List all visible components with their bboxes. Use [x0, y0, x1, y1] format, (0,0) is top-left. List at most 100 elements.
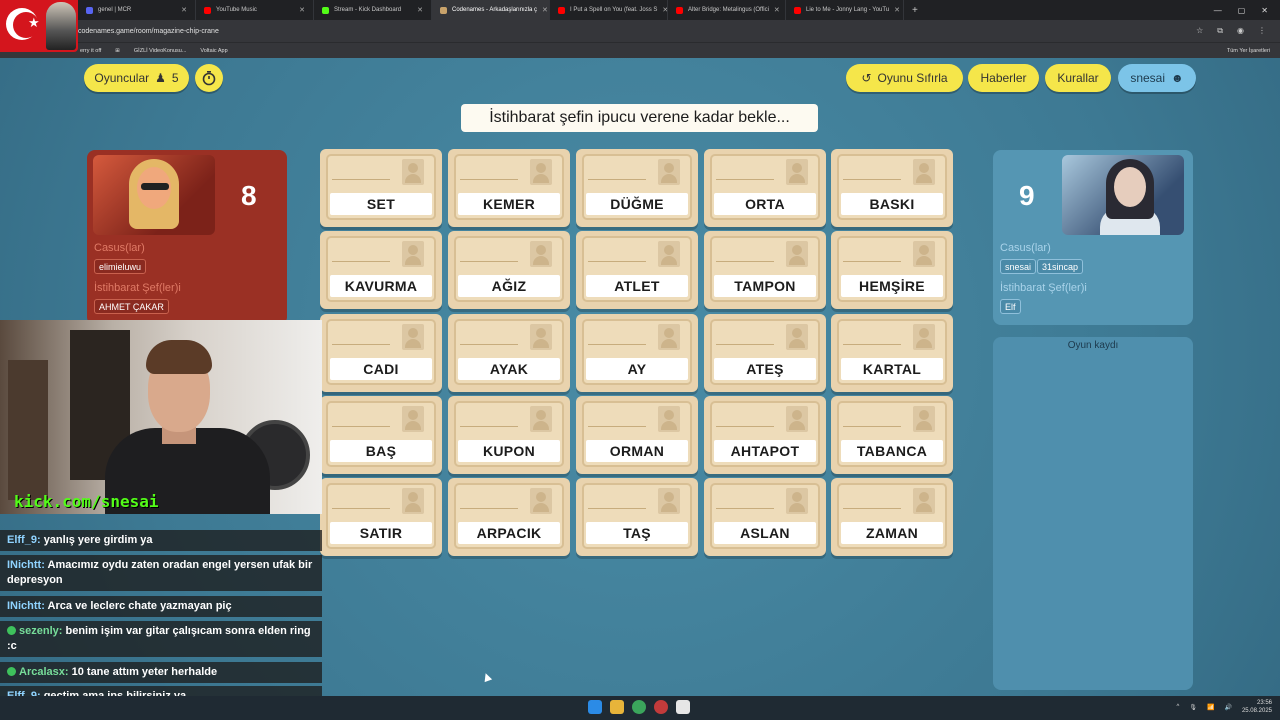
players-count: 5: [171, 71, 179, 85]
chat-username: INichtt:: [7, 600, 45, 612]
mic-icon[interactable]: 🎙: [1189, 704, 1197, 711]
tab-close-icon[interactable]: ✕: [299, 6, 305, 14]
word-card[interactable]: KEMER: [448, 149, 570, 227]
card-word: ARPACIK: [458, 522, 560, 544]
chat-message: Arcalasx: 10 tane attım yeter herhalde: [0, 662, 322, 683]
card-word: AY: [586, 358, 688, 380]
user-button[interactable]: snesai ☻: [1118, 64, 1196, 92]
blue-spymasters-label: İstihbarat Şef(ler)i: [1000, 282, 1087, 294]
chat-text: yanlış yere girdim ya: [43, 534, 153, 546]
chevron-up-icon[interactable]: ^: [1177, 704, 1180, 710]
tab-title: genel | MCR: [98, 7, 132, 13]
word-card[interactable]: CADI: [320, 314, 442, 392]
card-word: TABANCA: [841, 440, 943, 462]
card-word: ORMAN: [586, 440, 688, 462]
minimize-icon[interactable]: —: [1214, 6, 1222, 15]
tab-title: Stream - Kick Dashboard: [334, 7, 402, 13]
star-icon[interactable]: ☆: [1196, 26, 1203, 36]
tab-favicon-icon: [440, 6, 447, 14]
tab-close-icon[interactable]: ✕: [417, 6, 423, 14]
rules-button[interactable]: Kurallar: [1045, 64, 1111, 92]
browser-tab[interactable]: Stream - Kick Dashboard ✕: [314, 0, 432, 20]
word-card[interactable]: KARTAL: [831, 314, 953, 392]
browser-tab[interactable]: YouTube Music ✕: [196, 0, 314, 20]
close-window-icon[interactable]: ✕: [1261, 6, 1268, 15]
clock[interactable]: 23:56 25.08.2025: [1242, 699, 1272, 715]
new-tab-button[interactable]: +: [904, 5, 926, 16]
blue-operative-chip: snesai: [1000, 259, 1037, 274]
word-card[interactable]: SATIR: [320, 478, 442, 556]
word-card[interactable]: ZAMAN: [831, 478, 953, 556]
obs-icon[interactable]: [654, 700, 668, 714]
word-card[interactable]: HEMŞİRE: [831, 231, 953, 309]
word-card[interactable]: TAMPON: [704, 231, 826, 309]
bookmark-item[interactable]: erry it off: [80, 48, 101, 54]
word-card[interactable]: TABANCA: [831, 396, 953, 474]
word-card[interactable]: ASLAN: [704, 478, 826, 556]
players-label: Oyuncular: [94, 71, 150, 85]
word-card[interactable]: AHTAPOT: [704, 396, 826, 474]
word-card[interactable]: AĞIZ: [448, 231, 570, 309]
notepad-icon[interactable]: [676, 700, 690, 714]
chat-text: 10 tane attım yeter herhalde: [71, 666, 218, 678]
tab-close-icon[interactable]: ✕: [894, 6, 900, 14]
profile-icon[interactable]: ◉: [1237, 26, 1244, 36]
word-card[interactable]: ATLET: [576, 231, 698, 309]
card-word: AĞIZ: [458, 275, 560, 297]
game-log-title: Oyun kaydı: [1067, 340, 1119, 351]
card-word: SATIR: [330, 522, 432, 544]
hint-banner: İstihbarat şefin ipucu verene kadar bekl…: [461, 104, 818, 132]
card-agent-icon: [530, 488, 552, 514]
word-card[interactable]: TAŞ: [576, 478, 698, 556]
word-card[interactable]: AYAK: [448, 314, 570, 392]
tab-close-icon[interactable]: ✕: [181, 6, 187, 14]
word-card[interactable]: ATEŞ: [704, 314, 826, 392]
browser-tab[interactable]: Alter Bridge: Metalingus (Offici ✕: [668, 0, 786, 20]
word-card[interactable]: ARPACIK: [448, 478, 570, 556]
volume-icon[interactable]: 🔊: [1224, 704, 1231, 711]
word-card[interactable]: AY: [576, 314, 698, 392]
start-icon[interactable]: [588, 700, 602, 714]
extensions-icon[interactable]: ⧉: [1217, 26, 1223, 36]
blue-spymaster-chip: Elf: [1000, 299, 1021, 314]
tab-close-icon[interactable]: ✕: [542, 6, 548, 14]
network-icon[interactable]: 📶: [1207, 704, 1214, 711]
word-card[interactable]: BASKI: [831, 149, 953, 227]
blue-team-illustration: [1062, 155, 1184, 235]
word-card[interactable]: ORTA: [704, 149, 826, 227]
file-explorer-icon[interactable]: [610, 700, 624, 714]
card-word: KAVURMA: [330, 275, 432, 297]
word-card[interactable]: SET: [320, 149, 442, 227]
chat-username: Elff_9:: [7, 534, 41, 546]
browser-tab[interactable]: Lie to Me - Jonny Lang - YouTu ✕: [786, 0, 904, 20]
bookmark-item[interactable]: Voltaic App: [200, 48, 227, 54]
word-card[interactable]: DÜĞME: [576, 149, 698, 227]
players-button[interactable]: Oyuncular ♟ 5: [84, 64, 189, 92]
bookmark-item[interactable]: GİZLİ VideoKonusu...: [134, 48, 187, 54]
timer-button[interactable]: [195, 64, 223, 92]
browser-tab[interactable]: genel | MCR ✕: [78, 0, 196, 20]
reset-game-button[interactable]: ↺ Oyunu Sıfırla: [846, 64, 963, 92]
url-field[interactable]: codenames.game/room/magazine-chip-crane: [78, 28, 219, 35]
all-bookmarks-link[interactable]: Tüm Yer İşaretleri: [1227, 48, 1270, 54]
tab-favicon-icon: [322, 6, 329, 14]
chrome-icon[interactable]: [632, 700, 646, 714]
news-button[interactable]: Haberler: [968, 64, 1039, 92]
word-card[interactable]: BAŞ: [320, 396, 442, 474]
card-word: BAŞ: [330, 440, 432, 462]
tab-favicon-icon: [676, 6, 683, 14]
browser-tab[interactable]: I Put a Spell on You (feat. Joss S ✕: [550, 0, 668, 20]
red-team-panel: 8 Casus(lar) elimieluwu İstihbarat Şef(l…: [87, 150, 287, 325]
window-controls: — ▢ ✕: [1214, 6, 1280, 15]
tab-close-icon[interactable]: ✕: [774, 6, 780, 14]
game-log-panel: Oyun kaydı: [993, 337, 1193, 690]
word-card[interactable]: KUPON: [448, 396, 570, 474]
word-card[interactable]: ORMAN: [576, 396, 698, 474]
person-icon: ♟: [155, 71, 166, 85]
maximize-icon[interactable]: ▢: [1238, 6, 1246, 15]
apps-icon[interactable]: ⊞: [115, 48, 120, 54]
menu-icon[interactable]: ⋮: [1258, 26, 1266, 36]
browser-tab[interactable]: Codenames - Arkadaşlarınızla ç ✕: [432, 0, 550, 20]
word-card[interactable]: KAVURMA: [320, 231, 442, 309]
tab-title: Codenames - Arkadaşlarınızla ç: [452, 7, 538, 13]
